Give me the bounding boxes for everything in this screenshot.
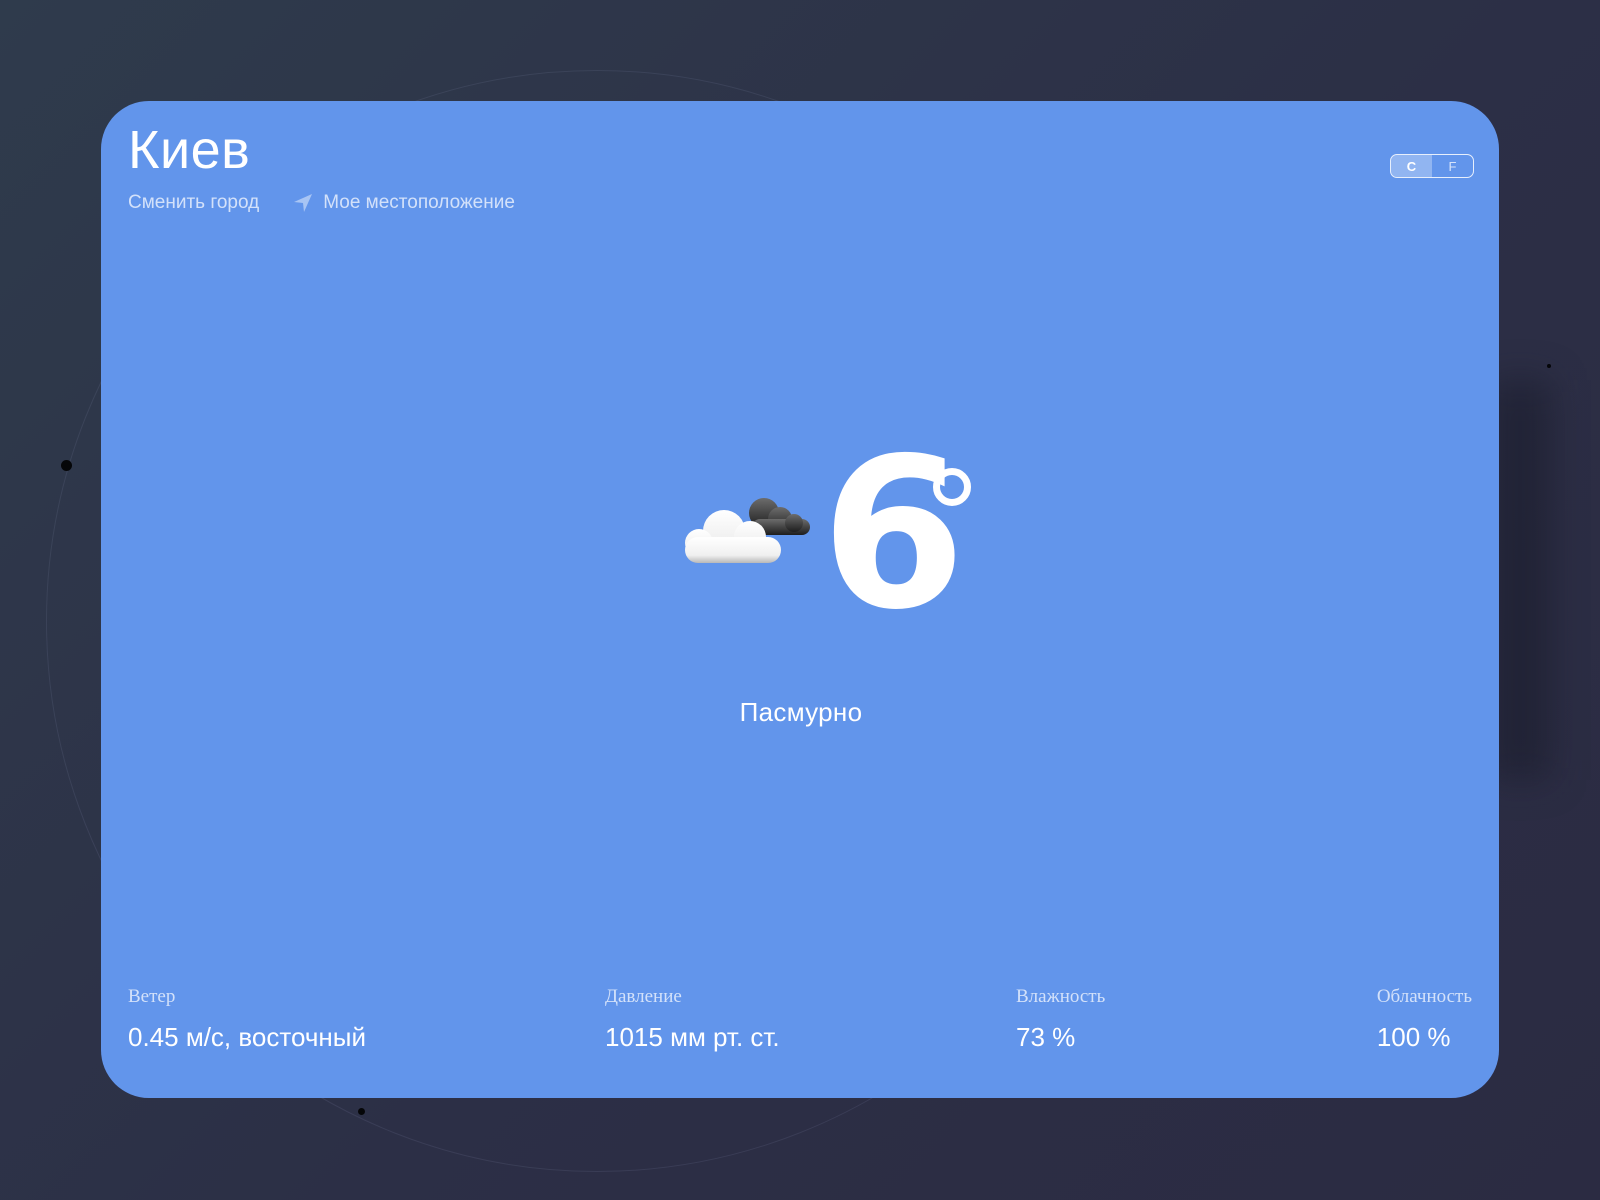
wind-value: 0.45 м/с, восточный — [128, 1022, 366, 1052]
header-links: Сменить город Мое местоположение — [128, 192, 515, 214]
decorative-shadow — [1490, 380, 1550, 780]
fahrenheit-toggle[interactable]: F — [1432, 155, 1473, 177]
unit-toggle: C F — [1390, 154, 1474, 178]
humidity-stat: Влажность 73 % — [1016, 986, 1105, 1053]
cloudiness-value: 100 % — [1376, 1022, 1451, 1052]
weather-card: Киев Сменить город Мое местоположение C … — [101, 101, 1499, 1098]
city-name: Киев — [128, 120, 251, 180]
my-location-link[interactable]: Мое местоположение — [293, 192, 515, 214]
decorative-dot — [1547, 364, 1551, 368]
humidity-label: Влажность — [1016, 986, 1106, 1007]
pressure-stat: Давление 1015 мм рт. ст. — [605, 986, 780, 1053]
cloudiness-stat: Облачность 100 % — [1377, 986, 1472, 1053]
decorative-dot — [358, 1108, 365, 1115]
location-arrow-icon — [293, 193, 313, 213]
pressure-label: Давление — [605, 986, 682, 1007]
decorative-dot — [61, 460, 72, 471]
weather-description: Пасмурно — [739, 697, 863, 727]
my-location-label: Мое местоположение — [323, 192, 515, 213]
degree-symbol — [933, 468, 971, 506]
celsius-toggle[interactable]: C — [1391, 155, 1432, 177]
wind-label: Ветер — [128, 986, 176, 1007]
pressure-value: 1015 мм рт. ст. — [605, 1022, 780, 1052]
weather-stats: Ветер 0.45 м/с, восточный Давление 1015 … — [128, 986, 1472, 1066]
cloudiness-label: Облачность — [1376, 986, 1472, 1007]
humidity-value: 73 % — [1016, 1022, 1076, 1052]
change-city-link[interactable]: Сменить город — [128, 192, 259, 214]
cloud-icon — [676, 491, 816, 581]
wind-stat: Ветер 0.45 м/с, восточный — [128, 986, 366, 1053]
temperature-value: 6 — [821, 414, 966, 656]
